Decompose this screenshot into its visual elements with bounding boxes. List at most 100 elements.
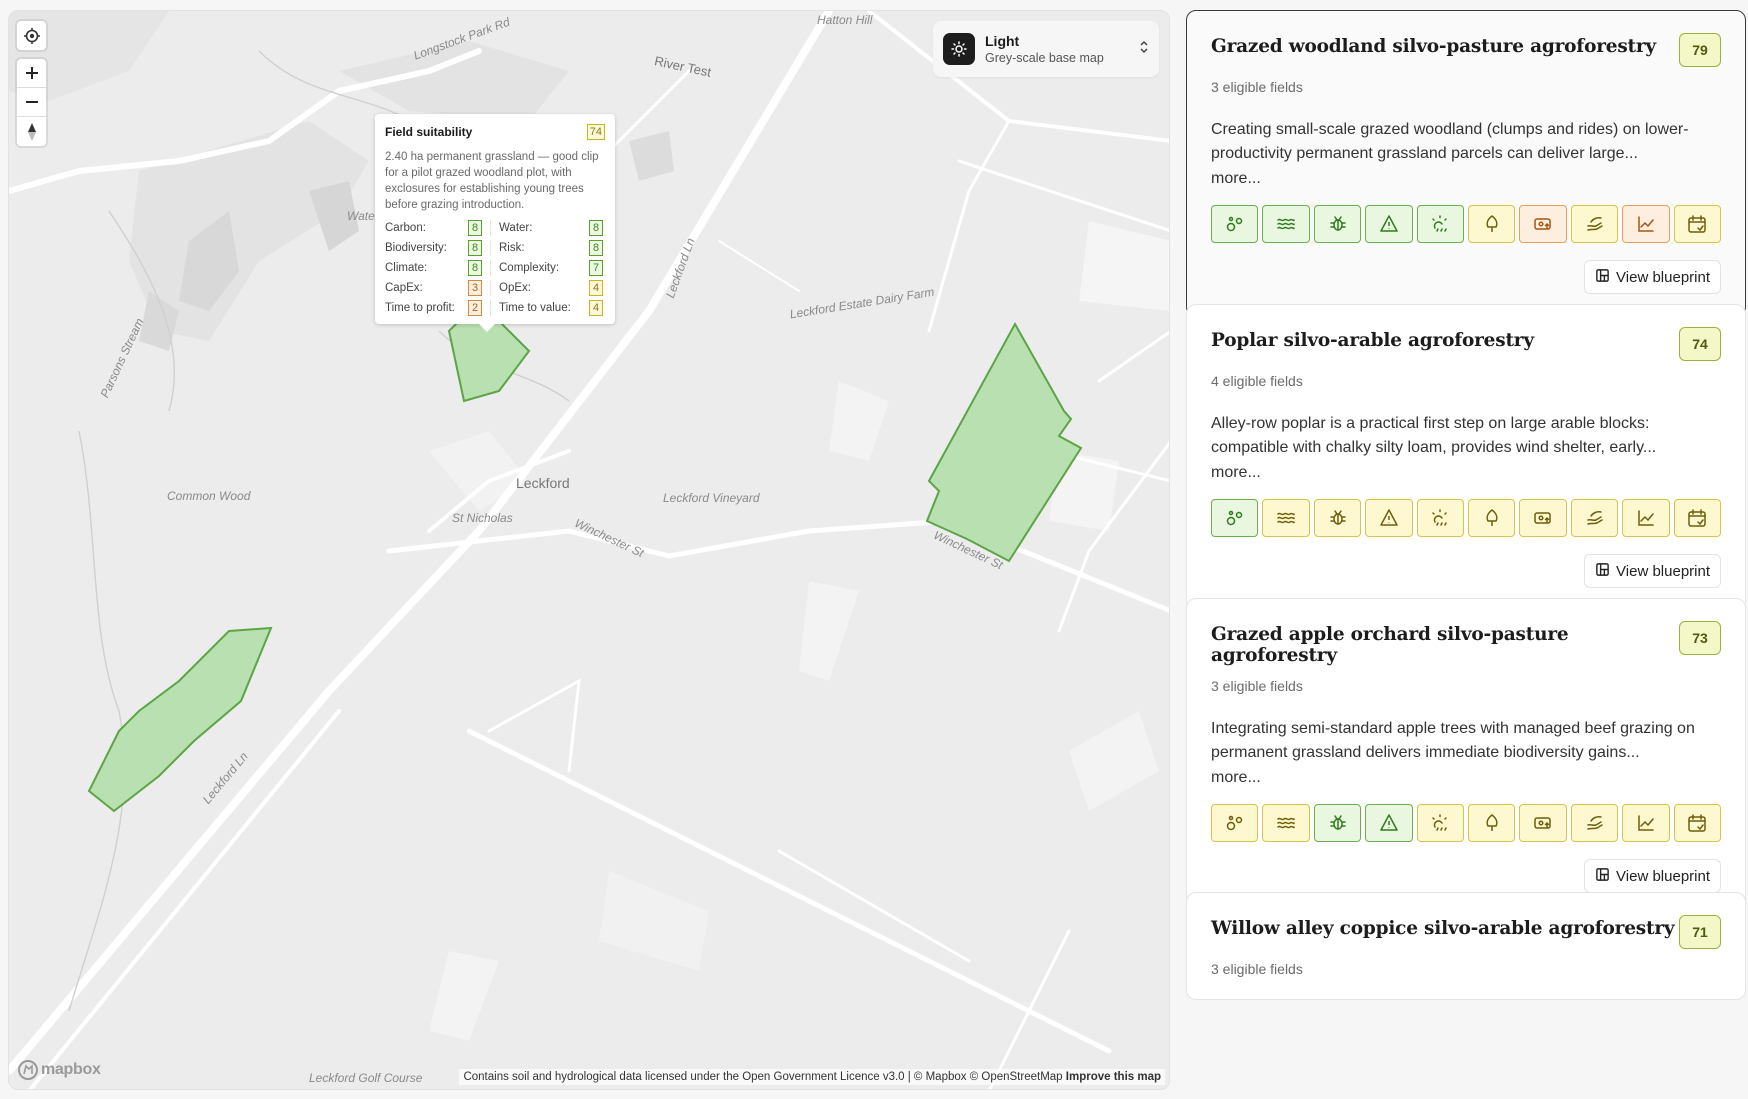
biodiversity-icon[interactable] — [1313, 205, 1362, 243]
mapbox-logo[interactable]: mapbox — [17, 1059, 101, 1081]
carbon-icon[interactable] — [1211, 499, 1259, 537]
metric-icons-row — [1211, 499, 1722, 537]
climate-icon[interactable] — [1416, 205, 1465, 243]
compass-icon[interactable] — [17, 117, 46, 146]
metric-label: Time to value: — [499, 302, 571, 314]
metric-label: Water: — [499, 222, 533, 234]
popup-metrics: Carbon: 8 Water: 8 Biodiversity: 8 Risk: 8 Clima… — [385, 220, 605, 316]
map-label: St Nicholas — [452, 511, 513, 525]
geolocate-control[interactable] — [17, 21, 46, 50]
popup-metric-row: Biodiversity: 8 — [385, 240, 491, 256]
popup-metric-row: Time to value: 4 — [499, 300, 605, 316]
risk-icon[interactable] — [1365, 499, 1413, 537]
sun-icon — [943, 33, 975, 65]
recommendations-sidebar[interactable]: Grazed woodland silvo-pasture agroforest… — [1186, 10, 1746, 1099]
climate-icon[interactable] — [1416, 499, 1465, 537]
zoom-in-button[interactable] — [17, 59, 46, 88]
time-to-value-icon[interactable] — [1673, 499, 1722, 537]
card-title: Grazed apple orchard silvo-pasture agrof… — [1211, 624, 1569, 666]
popup-metric-row: Complexity: 7 — [499, 260, 605, 276]
recommendation-card[interactable]: Grazed apple orchard silvo-pasture agrof… — [1186, 598, 1746, 916]
card-title: Poplar silvo-arable agroforestry — [1211, 330, 1534, 351]
card-score-badge: 74 — [1679, 327, 1721, 361]
card-title: Grazed woodland silvo-pasture agroforest… — [1211, 36, 1656, 57]
metric-label: Climate: — [385, 262, 428, 274]
time-to-profit-icon[interactable] — [1622, 205, 1670, 243]
metric-label: Risk: — [499, 242, 525, 254]
biodiversity-icon[interactable] — [1313, 499, 1362, 537]
view-blueprint-label: View blueprint — [1616, 562, 1710, 580]
view-blueprint-button[interactable]: View blueprint — [1584, 859, 1721, 893]
capex-icon[interactable] — [1519, 499, 1567, 537]
map-label: Common Wood — [167, 489, 251, 503]
map[interactable]: Hatton Hill Longstock Park Rd River Test… — [8, 10, 1170, 1090]
view-blueprint-label: View blueprint — [1616, 268, 1710, 286]
opex-icon[interactable] — [1570, 499, 1619, 537]
recommendation-card[interactable]: Willow alley coppice silvo-arable agrofo… — [1186, 892, 1746, 1000]
recommendation-card[interactable]: Grazed woodland silvo-pasture agroforest… — [1186, 10, 1746, 317]
time-to-profit-icon[interactable] — [1622, 804, 1670, 842]
metric-label: Complexity: — [499, 262, 560, 274]
complexity-icon[interactable] — [1468, 499, 1516, 537]
card-title: Willow alley coppice silvo-arable agrofo… — [1211, 918, 1675, 939]
metric-label: Time to profit: — [385, 302, 455, 314]
water-icon[interactable] — [1262, 205, 1310, 243]
popup-description: 2.40 ha permanent grassland — good clip … — [385, 151, 599, 211]
opex-icon[interactable] — [1570, 205, 1619, 243]
popup-title: Field suitability — [385, 125, 473, 139]
recommendation-card[interactable]: Poplar silvo-arable agroforestry 74 4 elig… — [1186, 304, 1746, 611]
complexity-icon[interactable] — [1468, 804, 1516, 842]
attribution-text: Contains soil and hydrological data lice… — [463, 1071, 1063, 1083]
mapbox-logo-text: mapbox — [41, 1061, 101, 1078]
capex-icon[interactable] — [1519, 804, 1567, 842]
card-score-badge: 71 — [1679, 915, 1721, 949]
metric-label: Biodiversity: — [385, 242, 447, 254]
metric-label: OpEx: — [499, 282, 531, 294]
metric-label: CapEx: — [385, 282, 423, 294]
view-blueprint-button[interactable]: View blueprint — [1584, 260, 1721, 294]
improve-map-link[interactable]: Improve this map — [1066, 1071, 1161, 1083]
locate-icon[interactable] — [17, 21, 46, 50]
carbon-icon[interactable] — [1211, 804, 1259, 842]
risk-icon[interactable] — [1365, 804, 1413, 842]
card-description: Creating small-scale grazed woodland (cl… — [1211, 121, 1689, 162]
zoom-out-button[interactable] — [17, 88, 46, 117]
field-suitability-popup: Field suitability 74 2.40 ha permanent g… — [375, 114, 615, 332]
time-to-profit-icon[interactable] — [1622, 499, 1670, 537]
navigation-control[interactable] — [17, 59, 46, 146]
card-score-badge: 79 — [1679, 33, 1721, 67]
blueprint-icon — [1595, 562, 1610, 581]
more-link[interactable]: more... — [1211, 769, 1721, 787]
metric-value-badge: 4 — [589, 300, 603, 316]
map-label: Leckford — [516, 475, 570, 491]
eligible-fields-count: 3 eligible fields — [1211, 79, 1303, 95]
style-subtitle: Grey-scale base map — [985, 51, 1104, 65]
map-label: Hatton Hill — [817, 13, 873, 27]
capex-icon[interactable] — [1519, 205, 1567, 243]
metric-value-badge: 8 — [468, 260, 482, 276]
popup-metric-row: Water: 8 — [499, 220, 605, 236]
more-link[interactable]: more... — [1211, 170, 1721, 188]
card-description: Integrating semi-standard apple trees wi… — [1211, 720, 1695, 761]
base-map-style-picker[interactable]: Light Grey-scale base map — [933, 21, 1159, 77]
metric-value-badge: 3 — [468, 280, 482, 296]
water-icon[interactable] — [1262, 804, 1310, 842]
view-blueprint-label: View blueprint — [1616, 867, 1710, 885]
metric-value-badge: 4 — [589, 280, 603, 296]
water-icon[interactable] — [1262, 499, 1310, 537]
time-to-value-icon[interactable] — [1673, 205, 1722, 243]
popup-metric-row: Carbon: 8 — [385, 220, 491, 236]
biodiversity-icon[interactable] — [1313, 804, 1362, 842]
complexity-icon[interactable] — [1468, 205, 1516, 243]
carbon-icon[interactable] — [1211, 205, 1259, 243]
popup-metric-row: Climate: 8 — [385, 260, 491, 276]
risk-icon[interactable] — [1365, 205, 1413, 243]
opex-icon[interactable] — [1570, 804, 1619, 842]
time-to-value-icon[interactable] — [1673, 804, 1722, 842]
map-label: Leckford Vineyard — [663, 491, 760, 505]
more-link[interactable]: more... — [1211, 464, 1721, 482]
climate-icon[interactable] — [1416, 804, 1465, 842]
popup-score-badge: 74 — [586, 124, 605, 140]
map-label: Leckford Golf Course — [309, 1071, 423, 1085]
view-blueprint-button[interactable]: View blueprint — [1584, 554, 1721, 588]
